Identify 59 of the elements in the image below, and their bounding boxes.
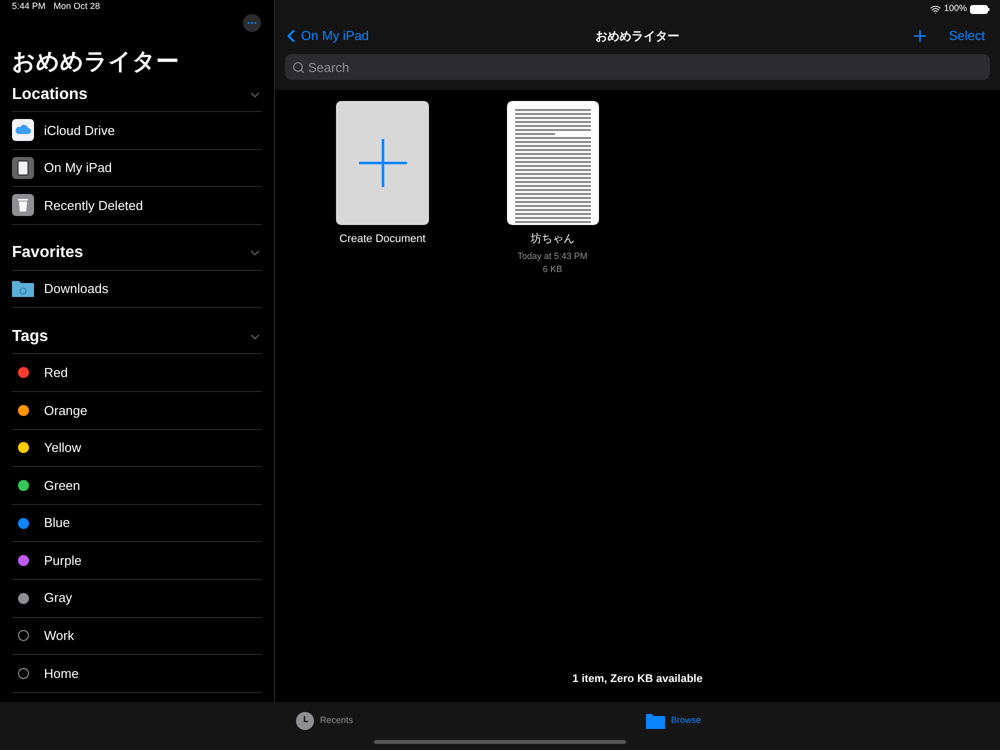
item-label: Work	[44, 627, 74, 646]
tab-bar-item[interactable]: Browse	[646, 713, 702, 729]
folder-icon	[12, 280, 34, 298]
sidebar-item[interactable]: Work	[12, 618, 262, 656]
document-thumbnail[interactable]	[506, 101, 598, 225]
item-label: On My iPad	[44, 159, 112, 178]
item-label: Green	[44, 476, 80, 495]
file-name: 坊ちゃん	[530, 232, 574, 247]
sidebar-item[interactable]: Home	[12, 655, 262, 693]
battery-icon	[970, 4, 990, 14]
section-title: Locations	[12, 84, 88, 104]
search-icon	[292, 60, 305, 74]
sidebar-item[interactable]: Green	[12, 467, 262, 505]
item-label: Purple	[44, 552, 82, 570]
item-label: iCloud Drive	[44, 122, 115, 140]
wifi-icon	[930, 4, 941, 14]
folder-icon	[646, 713, 666, 729]
nav-title: おめめライター	[596, 28, 680, 45]
item-label: Blue	[44, 514, 70, 532]
sidebar-item[interactable]: iCloud Drive	[12, 112, 262, 150]
tag-ring	[18, 630, 28, 642]
sidebar-item[interactable]: Red	[12, 354, 262, 392]
item-label: Downloads	[44, 280, 108, 298]
trash-icon	[12, 194, 34, 216]
section-title: Tags	[12, 326, 48, 347]
file-size: 6 KB	[542, 263, 562, 276]
tag-ring	[18, 668, 28, 679]
clock-icon	[296, 712, 314, 730]
sidebar-item[interactable]: Blue	[12, 504, 262, 542]
tab-bar-item[interactable]: Recents	[296, 712, 354, 730]
sidebar-item[interactable]: Recently Deleted	[12, 187, 262, 225]
section-title: Favorites	[12, 243, 84, 264]
select-button[interactable]: Select	[948, 26, 985, 46]
status-time: 5:44 PM	[12, 0, 46, 13]
item-label: Yellow	[44, 439, 82, 458]
back-button[interactable]: On My iPad	[285, 26, 369, 46]
more-button[interactable]	[243, 14, 261, 32]
sidebar-item[interactable]: Purple	[12, 542, 262, 580]
plus-icon	[358, 139, 406, 187]
sidebar-item[interactable]: Downloads	[12, 270, 262, 308]
item-label: Gray	[44, 589, 72, 608]
sidebar-item[interactable]: Gray	[12, 580, 262, 618]
item-label: Red	[44, 364, 68, 382]
tablet-icon	[12, 156, 34, 179]
sidebar-title: おめめライター	[12, 46, 180, 76]
item-label: Recently Deleted	[44, 196, 143, 215]
battery-percent: 100%	[944, 2, 967, 16]
cloud-icon	[12, 119, 34, 142]
sidebar-item[interactable]: On My iPad	[12, 150, 262, 188]
file-date: Today at 5:43 PM	[517, 250, 588, 263]
item-label: Home	[44, 664, 79, 683]
item-label: Orange	[44, 402, 88, 420]
status-date: Mon Oct 28	[54, 0, 100, 13]
create-document-tile[interactable]	[336, 101, 429, 225]
storage-summary: 1 item, Zero KB available	[572, 672, 703, 686]
file-name: Create Document	[339, 232, 426, 247]
search-field[interactable]: Search	[285, 54, 990, 80]
sidebar-item[interactable]: Yellow	[12, 430, 262, 468]
sidebar-item[interactable]: Orange	[12, 392, 262, 430]
